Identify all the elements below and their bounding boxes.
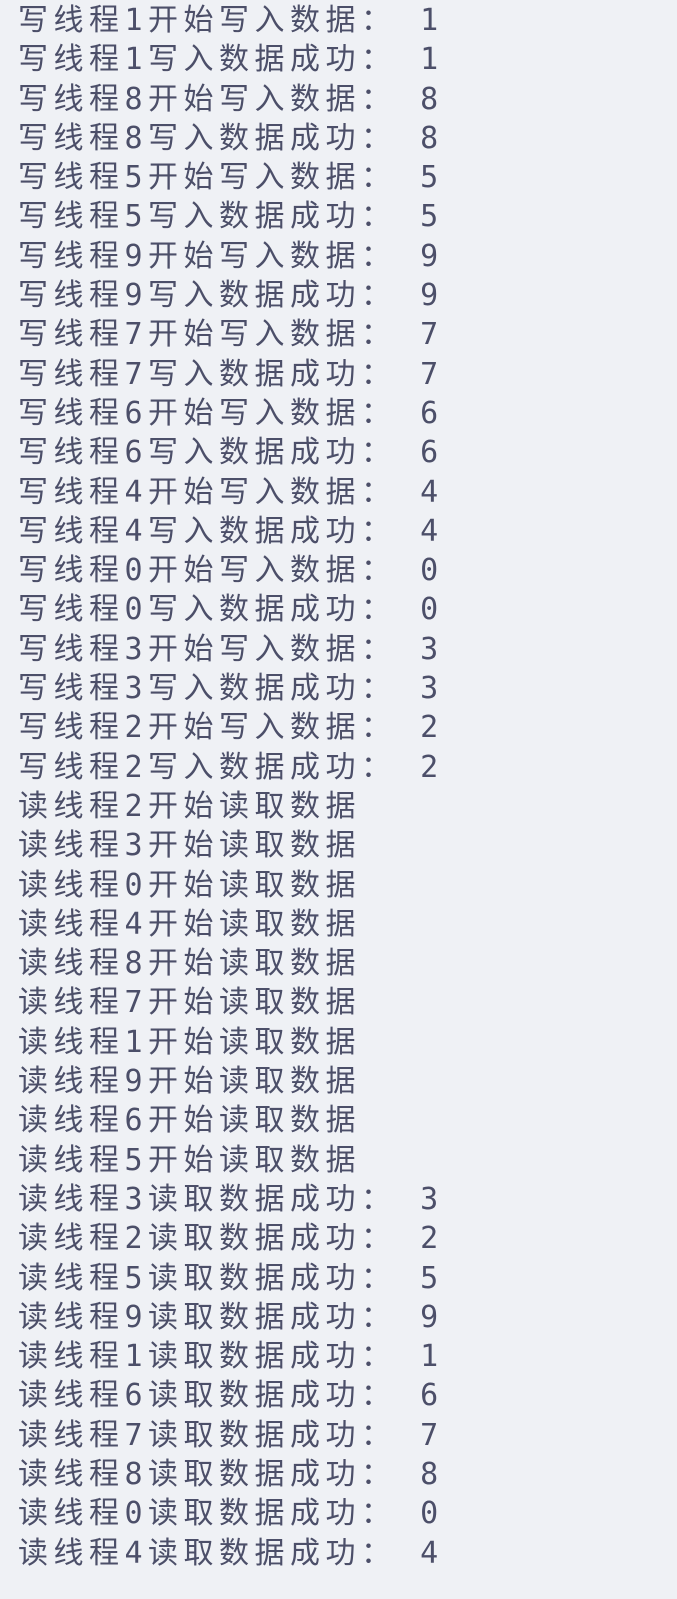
console-line: 读线程1读取数据成功： 1 [18, 1339, 444, 1375]
console-line: 写线程9写入数据成功： 9 [18, 278, 444, 314]
console-line: 读线程8读取数据成功： 8 [18, 1456, 444, 1492]
console-line: 读线程2读取数据成功： 2 [18, 1221, 444, 1257]
console-output: 写线程1开始写入数据： 1 写线程1写入数据成功： 1 写线程8开始写入数据： … [0, 0, 677, 1599]
console-line: 读线程6开始读取数据 [18, 1103, 362, 1139]
console-line: 读线程9开始读取数据 [18, 1064, 362, 1100]
console-line: 写线程0写入数据成功： 0 [18, 592, 444, 628]
console-line: 写线程4开始写入数据： 4 [18, 474, 444, 510]
console-line: 写线程8开始写入数据： 8 [18, 81, 444, 117]
console-line: 读线程0开始读取数据 [18, 867, 362, 903]
console-line: 写线程6开始写入数据： 6 [18, 395, 444, 431]
console-line: 写线程1写入数据成功： 1 [18, 42, 444, 78]
console-line: 读线程3开始读取数据 [18, 828, 362, 864]
console-line: 写线程5开始写入数据： 5 [18, 160, 444, 196]
console-line: 读线程1开始读取数据 [18, 1024, 362, 1060]
console-line: 写线程8写入数据成功： 8 [18, 120, 444, 156]
console-line: 读线程7开始读取数据 [18, 985, 362, 1021]
console-line: 读线程4读取数据成功： 4 [18, 1535, 444, 1571]
console-line: 写线程2开始写入数据： 2 [18, 710, 444, 746]
console-line: 读线程9读取数据成功： 9 [18, 1299, 444, 1335]
console-line: 写线程9开始写入数据： 9 [18, 238, 444, 274]
console-line: 读线程2开始读取数据 [18, 788, 362, 824]
console-line: 写线程5写入数据成功： 5 [18, 199, 444, 235]
console-line: 读线程5读取数据成功： 5 [18, 1260, 444, 1296]
console-line: 写线程1开始写入数据： 1 [18, 3, 444, 38]
console-line: 读线程6读取数据成功： 6 [18, 1378, 444, 1414]
console-line: 读线程4开始读取数据 [18, 906, 362, 942]
console-line: 读线程8开始读取数据 [18, 946, 362, 982]
console-line: 写线程4写入数据成功： 4 [18, 513, 444, 549]
console-line: 写线程3写入数据成功： 3 [18, 671, 444, 707]
console-line: 写线程7开始写入数据： 7 [18, 317, 444, 353]
console-line: 读线程7读取数据成功： 7 [18, 1417, 444, 1453]
console-line: 写线程0开始写入数据： 0 [18, 553, 444, 589]
console-line: 读线程5开始读取数据 [18, 1142, 362, 1178]
console-line: 写线程3开始写入数据： 3 [18, 631, 444, 667]
console-line: 读线程3读取数据成功： 3 [18, 1181, 444, 1217]
console-line: 写线程7写入数据成功： 7 [18, 356, 444, 392]
console-line: 写线程2写入数据成功： 2 [18, 749, 444, 785]
console-line: 写线程6写入数据成功： 6 [18, 435, 444, 471]
console-line: 读线程0读取数据成功： 0 [18, 1496, 444, 1532]
